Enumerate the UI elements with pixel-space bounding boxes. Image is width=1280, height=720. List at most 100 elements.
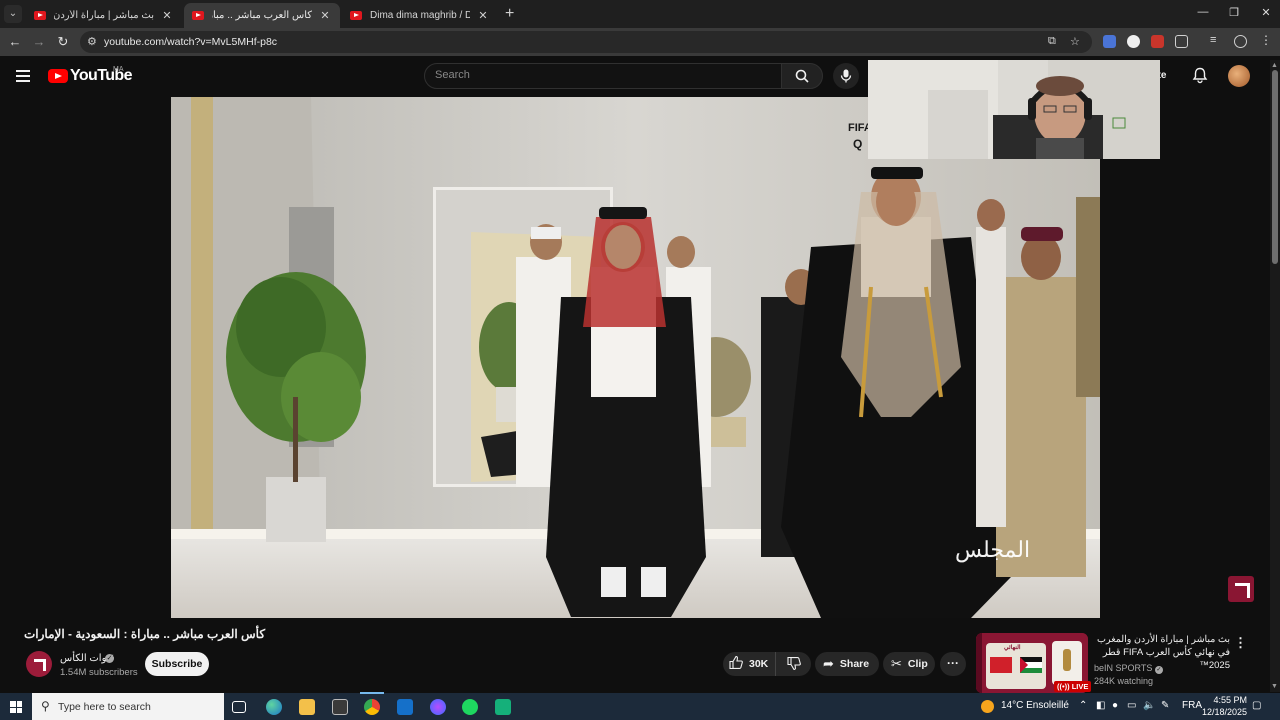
reload-icon[interactable]: ↻	[54, 34, 72, 50]
weather-text[interactable]: 14°C Ensoleillé	[1001, 700, 1069, 711]
notifications-icon[interactable]: ▢	[1252, 700, 1261, 711]
extension-icon[interactable]	[1127, 35, 1140, 48]
browser-menu-icon[interactable]: ⋮	[1260, 33, 1273, 47]
pen-icon[interactable]: ✎	[1161, 700, 1169, 711]
live-badge: ((•)) LIVE	[1054, 681, 1092, 692]
share-arrow-icon: ➦	[823, 656, 834, 671]
spotify-icon[interactable]	[462, 699, 478, 715]
profile-icon[interactable]	[1234, 35, 1247, 48]
tray-overflow-icon[interactable]: ⌃	[1079, 700, 1087, 711]
search-button[interactable]	[781, 63, 823, 89]
youtube-favicon-icon	[34, 11, 46, 20]
thumbs-down-icon	[786, 656, 801, 671]
notifications-bell-icon[interactable]	[1192, 67, 1208, 87]
chrome-icon[interactable]	[364, 699, 380, 715]
url-text: youtube.com/watch?v=MvL5MHf-p8c	[104, 36, 278, 48]
taskbar-clock[interactable]: 4:55 PM 12/18/2025	[1197, 694, 1247, 718]
youtube-favicon-icon	[350, 11, 362, 20]
youtube-logo-icon[interactable]	[48, 69, 68, 83]
media-controls-icon[interactable]: ≡	[1210, 34, 1223, 47]
new-tab-icon[interactable]: +	[505, 5, 514, 23]
page-scrollbar-thumb[interactable]	[1272, 70, 1278, 264]
tab-title: كأس العرب مباشر .. مباراة : السعو	[212, 10, 312, 21]
install-app-icon[interactable]: ⧉	[1048, 35, 1056, 48]
scroll-down-icon[interactable]: ▼	[1271, 683, 1278, 690]
browser-toolbar: ← → ↻ ⚙ youtube.com/watch?v=MvL5MHf-p8c …	[0, 28, 1280, 56]
search-input[interactable]	[435, 69, 765, 81]
live-badge-label: LIVE	[1071, 682, 1089, 691]
minimize-icon[interactable]: —	[1193, 6, 1213, 18]
extensions-puzzle-icon[interactable]	[1175, 35, 1188, 48]
tab-close-icon[interactable]: ✕	[318, 9, 332, 22]
like-count: 30K	[749, 658, 769, 670]
channel-watermark: المجلس	[955, 538, 1031, 563]
app-icon[interactable]	[495, 699, 511, 715]
browser-tab-strip: ⌄ بث مباشر | مباراة الأردن والمغرب ✕ كأس…	[0, 0, 1280, 28]
taskbar-search-box[interactable]: ⚲ Type here to search	[32, 693, 224, 720]
recommended-channel-label: beIN SPORTS	[1094, 663, 1153, 673]
tab-close-icon[interactable]: ✕	[476, 9, 490, 22]
search-icon	[795, 69, 809, 83]
channel-avatar[interactable]	[26, 651, 52, 677]
address-bar[interactable]: ⚙ youtube.com/watch?v=MvL5MHf-p8c ⧉ ☆	[80, 31, 1092, 53]
translate-extension-icon[interactable]	[1103, 35, 1116, 48]
microphone-icon	[840, 69, 852, 83]
thumbs-up-icon	[729, 655, 743, 672]
channel-branding-icon[interactable]	[1228, 576, 1254, 602]
back-icon[interactable]: ←	[6, 34, 24, 49]
account-avatar[interactable]	[1228, 65, 1250, 87]
search-icon: ⚲	[41, 699, 50, 713]
volume-icon[interactable]: 🔈	[1143, 700, 1155, 711]
recommended-channel-name[interactable]: beIN SPORTS ✓	[1094, 663, 1163, 674]
subscriber-count: 1.54M subscribers	[60, 667, 138, 678]
verified-badge-icon: ✓	[105, 654, 114, 663]
share-button[interactable]: ➦ Share	[815, 652, 879, 676]
thumbnail-banner: النهائي	[1004, 645, 1021, 651]
browser-tab-1[interactable]: بث مباشر | مباراة الأردن والمغرب ✕	[26, 3, 182, 28]
bookmark-star-icon[interactable]: ☆	[1070, 35, 1080, 48]
file-explorer-icon[interactable]	[299, 699, 315, 715]
forward-icon[interactable]: →	[30, 34, 48, 49]
taskbar-search-placeholder: Type here to search	[58, 701, 151, 713]
subscribe-button[interactable]: Subscribe	[145, 652, 209, 676]
clip-label: Clip	[907, 658, 928, 670]
webcam-overlay	[868, 60, 1160, 159]
webcam-image	[868, 60, 1160, 159]
messenger-icon[interactable]	[430, 699, 446, 715]
site-info-icon[interactable]: ⚙	[87, 35, 97, 48]
youtube-favicon-icon	[192, 11, 204, 20]
tab-search-icon[interactable]: ⌄	[4, 5, 22, 23]
dislike-button[interactable]	[775, 652, 811, 676]
qatar-logo-text: Q	[853, 137, 863, 151]
country-code: MA	[113, 66, 124, 73]
outlook-icon[interactable]	[397, 699, 413, 715]
store-icon[interactable]	[332, 699, 348, 715]
tab-close-icon[interactable]: ✕	[160, 9, 174, 22]
active-app-indicator	[360, 692, 384, 694]
edge-icon[interactable]	[266, 699, 282, 715]
share-label: Share	[839, 658, 870, 670]
like-button[interactable]: 30K	[723, 652, 775, 676]
tray-app-icon[interactable]: ◧	[1096, 700, 1105, 711]
restore-icon[interactable]: ❐	[1224, 6, 1244, 19]
clip-button[interactable]: ✂ Clip	[883, 652, 935, 676]
windows-start-icon[interactable]	[10, 701, 22, 713]
video-title: كأس العرب مباشر .. مباراة : السعودية - ا…	[24, 627, 266, 641]
recommended-menu-icon[interactable]: ⋮	[1234, 635, 1247, 651]
clock-time: 4:55 PM	[1213, 695, 1247, 705]
guide-menu-icon[interactable]	[16, 70, 30, 82]
browser-tab-3[interactable]: Dima dima maghrib / Dima ma ✕	[342, 3, 498, 28]
search-box[interactable]	[424, 63, 782, 89]
voice-search-button[interactable]	[833, 63, 859, 89]
close-icon[interactable]: ✕	[1256, 6, 1276, 19]
scroll-up-icon[interactable]: ▲	[1271, 62, 1278, 69]
task-view-icon[interactable]	[232, 701, 246, 713]
windows-taskbar: ⚲ Type here to search 14°C Ensoleillé ⌃ …	[0, 693, 1280, 720]
live-dot-icon: ((•))	[1057, 682, 1072, 691]
pdf-extension-icon[interactable]	[1151, 35, 1164, 48]
browser-tab-2[interactable]: كأس العرب مباشر .. مباراة : السعو ✕	[184, 3, 340, 28]
more-actions-icon[interactable]: ···	[940, 652, 966, 676]
scissors-icon: ✂	[891, 656, 902, 671]
microphone-tray-icon[interactable]: ●	[1112, 700, 1118, 711]
network-icon[interactable]: ▭	[1127, 700, 1136, 711]
